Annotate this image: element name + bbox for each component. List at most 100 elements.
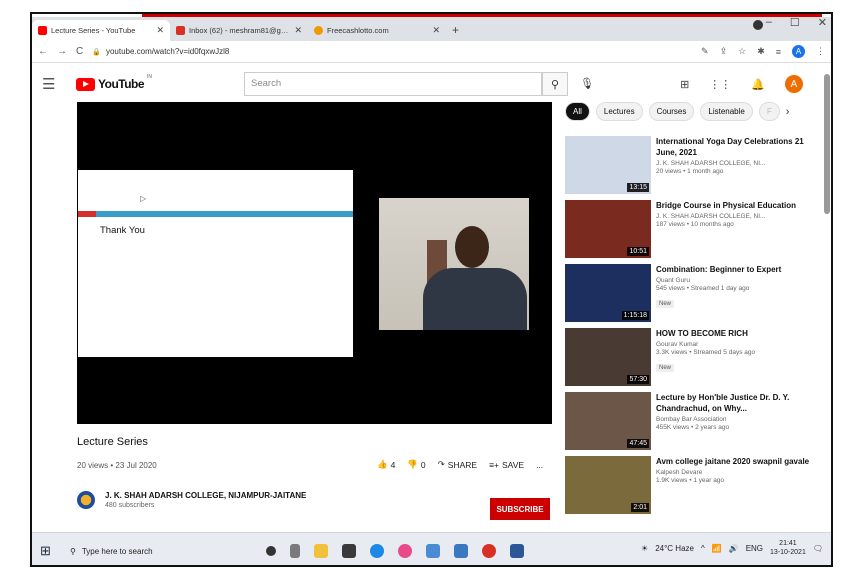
share-label: SHARE xyxy=(447,459,478,470)
create-video-icon[interactable]: ⊞ xyxy=(680,78,689,91)
close-tab-icon[interactable]: ✕ xyxy=(432,25,440,36)
clock[interactable]: 21:41 13-10-2021 xyxy=(770,539,806,557)
rec-title[interactable]: Combination: Beginner to Expert xyxy=(656,264,821,275)
tab-inbox[interactable]: Inbox (62) - meshram81@gmail.c ✕ xyxy=(170,20,308,41)
presentation-slide: ▷ Thank You xyxy=(78,170,353,357)
chip-all[interactable]: All xyxy=(565,102,590,121)
edge-icon[interactable] xyxy=(370,544,384,558)
like-button[interactable]: 👍 4 xyxy=(377,459,395,470)
video-player[interactable]: ▷ Thank You xyxy=(77,102,552,424)
word-icon[interactable] xyxy=(510,544,524,558)
list-item[interactable]: 1:15:18 Combination: Beginner to Expert Q… xyxy=(565,264,825,328)
puzzle-icon[interactable]: ✱ xyxy=(757,46,765,57)
notifications-bell-icon[interactable]: 🔔 xyxy=(751,78,765,91)
video-thumbnail[interactable]: 57:30 xyxy=(565,328,651,386)
video-thumbnail[interactable]: 2:01 xyxy=(565,456,651,514)
network-icon[interactable]: 📶 xyxy=(712,544,722,553)
minimize-icon[interactable]: – xyxy=(766,16,772,29)
tray-chevron-icon[interactable]: ^ xyxy=(701,544,705,553)
close-tab-icon[interactable]: ✕ xyxy=(294,25,302,36)
rec-title[interactable]: HOW TO BECOME RICH xyxy=(656,328,821,339)
rec-title[interactable]: International Yoga Day Celebrations 21 J… xyxy=(656,136,821,158)
list-item[interactable]: 10:51 Bridge Course in Physical Educatio… xyxy=(565,200,825,264)
store-icon[interactable] xyxy=(342,544,356,558)
thumbs-down-icon: 👎 xyxy=(407,459,418,469)
subscriber-count: 480 subscribers xyxy=(105,502,155,509)
slide-accent-red xyxy=(78,211,96,217)
chip-truncated[interactable]: F xyxy=(758,102,780,121)
video-thumbnail[interactable]: 47:45 xyxy=(565,392,651,450)
url-field[interactable]: 🔒 youtube.com/watch?v=id0fqxwJzl8 xyxy=(92,47,692,56)
rec-title[interactable]: Bridge Course in Physical Education xyxy=(656,200,821,211)
notification-center-icon[interactable]: 🗨 xyxy=(813,544,823,553)
search-icon: ⚲ xyxy=(70,546,76,556)
share-page-icon[interactable]: ⇪ xyxy=(720,46,728,57)
chip-lectures[interactable]: Lectures xyxy=(595,102,643,121)
tab-lecture-series[interactable]: Lecture Series - YouTube ✕ xyxy=(32,20,170,41)
weather-text[interactable]: 24°C Haze xyxy=(655,544,694,553)
windows-start-icon[interactable]: ⊞ xyxy=(40,543,66,559)
mail-icon[interactable] xyxy=(454,544,468,558)
microphone-icon[interactable]: 🎙 xyxy=(580,77,594,90)
extension-icon[interactable]: ✎ xyxy=(701,46,709,57)
menu-icon[interactable]: ☰ xyxy=(42,75,70,93)
channel-name[interactable]: J. K. SHAH ADARSH COLLEGE, NIJAMPUR-JAIT… xyxy=(105,491,306,500)
chip-listenable[interactable]: Listenable xyxy=(700,102,753,121)
search-input[interactable]: Search xyxy=(244,72,542,96)
maximize-icon[interactable]: ☐ xyxy=(790,16,800,29)
file-explorer-icon[interactable] xyxy=(314,544,328,558)
chip-courses[interactable]: Courses xyxy=(648,102,695,121)
bookmark-star-icon[interactable]: ☆ xyxy=(738,46,746,57)
rec-meta: 187 views • 10 months ago xyxy=(656,221,734,228)
duration-badge: 57:30 xyxy=(627,375,649,384)
close-tab-icon[interactable]: ✕ xyxy=(156,25,164,36)
taskbar-search-input[interactable]: ⚲ Type here to search xyxy=(66,538,226,564)
playlist-icon[interactable]: ≡ xyxy=(776,47,781,57)
apps-grid-icon[interactable]: ⋮⋮ xyxy=(709,78,731,91)
back-icon[interactable]: ← xyxy=(38,46,48,57)
rec-title[interactable]: Avm college jaitane 2020 swapnil gavale xyxy=(656,456,821,467)
chevron-right-icon[interactable]: › xyxy=(786,106,790,118)
list-item[interactable]: 2:01 Avm college jaitane 2020 swapnil ga… xyxy=(565,456,825,520)
list-item[interactable]: 47:45 Lecture by Hon'ble Justice Dr. D. … xyxy=(565,392,825,456)
search-icon[interactable]: ⚲ xyxy=(542,72,568,96)
browser-menu-icon[interactable]: ⋮ xyxy=(816,46,825,57)
more-actions-button[interactable]: ... xyxy=(536,460,543,470)
cortana-icon[interactable] xyxy=(266,546,276,556)
dislike-count: 0 xyxy=(420,459,426,470)
lock-icon: 🔒 xyxy=(92,48,101,56)
video-title: Lecture Series xyxy=(77,436,148,448)
rec-title[interactable]: Lecture by Hon'ble Justice Dr. D. Y. Cha… xyxy=(656,392,821,414)
language-indicator[interactable]: ENG xyxy=(746,544,763,553)
close-window-icon[interactable]: ✕ xyxy=(818,16,827,29)
new-tab-button[interactable]: + xyxy=(446,23,465,41)
forward-icon[interactable]: → xyxy=(57,46,67,57)
video-thumbnail[interactable]: 13:15 xyxy=(565,136,651,194)
chrome-icon[interactable] xyxy=(482,544,496,558)
browser-profile-avatar[interactable]: A xyxy=(792,45,805,58)
list-item[interactable]: 13:15 International Yoga Day Celebration… xyxy=(565,136,825,200)
task-view-icon[interactable] xyxy=(290,544,300,558)
new-badge: New xyxy=(656,364,675,372)
subscribe-button[interactable]: SUBSCRIBE xyxy=(490,498,550,520)
video-thumbnail[interactable]: 1:15:18 xyxy=(565,264,651,322)
youtube-avatar[interactable]: A xyxy=(785,75,803,93)
mouse-cursor-icon: ▷ xyxy=(140,194,147,203)
list-item[interactable]: 57:30 HOW TO BECOME RICH Gourav Kumar 3.3K… xyxy=(565,328,825,392)
photos-icon[interactable] xyxy=(426,544,440,558)
video-thumbnail[interactable]: 10:51 xyxy=(565,200,651,258)
channel-avatar[interactable] xyxy=(77,491,95,509)
volume-icon[interactable]: 🔊 xyxy=(729,544,739,553)
slide-accent-blue xyxy=(96,211,353,217)
tab-freecashlotto[interactable]: Freecashlotto.com ✕ xyxy=(308,20,446,41)
save-button[interactable]: ≡+ SAVE xyxy=(489,460,524,470)
recommendations-list: 13:15 International Yoga Day Celebration… xyxy=(565,136,825,520)
reload-icon[interactable]: C xyxy=(76,46,83,57)
channel-info: J. K. SHAH ADARSH COLLEGE, NIJAMPUR-JAIT… xyxy=(77,491,306,509)
paint-icon[interactable] xyxy=(398,544,412,558)
dislike-button[interactable]: 👎 0 xyxy=(407,459,425,470)
youtube-logo[interactable]: YouTube IN xyxy=(76,74,152,91)
video-actions: 👍 4 👎 0 ↷ SHARE ≡+ SAVE ... xyxy=(377,459,543,470)
share-button[interactable]: ↷ SHARE xyxy=(438,459,477,470)
profile-dot-icon[interactable] xyxy=(753,20,763,30)
